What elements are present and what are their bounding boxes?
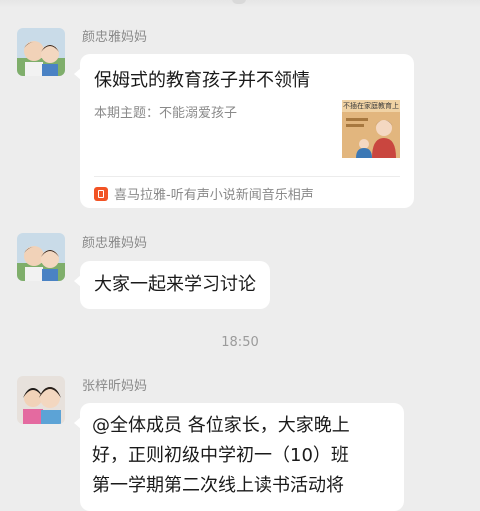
card-title: 保姆式的教育孩子并不领情 [94,70,310,91]
card-source-label: 喜马拉雅-听有声小说新闻音乐相声 [114,188,314,203]
message-line: 第一学期第二次线上读书活动将 [92,475,344,496]
text-message-bubble[interactable]: @全体成员 各位家长，大家晚上 好，正则初级中学初一（10）班 第一学期第二次线… [74,403,404,511]
thumbnail-text: 不插在家庭教育上 [343,102,399,110]
link-card-bubble[interactable]: 保姆式的教育孩子并不领情 本期主题：不能溺爱孩子 不插在家庭教育上 喜马拉雅-听… [74,54,414,208]
ximalaya-icon [94,187,108,201]
sender-name: 颜忠雅妈妈 [82,30,148,45]
card-divider [94,176,400,177]
child-photo-icon [17,28,65,76]
sender-name: 颜忠雅妈妈 [82,236,148,251]
message-text: 大家一起来学习讨论 [94,274,256,295]
timestamp: 18:50 [221,335,259,350]
message-line: 好，正则初级中学初一（10）班 [92,445,349,466]
avatar-yan-mom-2[interactable] [17,233,65,281]
child-photo-icon [17,376,65,424]
message-line: @全体成员 各位家长，大家晚上 [92,415,350,436]
bubble-tail [74,275,81,287]
sender-name: 张梓昕妈妈 [82,379,148,394]
avatar-zhang-mom[interactable] [17,376,65,424]
card-source[interactable]: 喜马拉雅-听有声小说新闻音乐相声 [94,184,314,203]
bubble-tail [74,417,81,429]
card-thumbnail: 不插在家庭教育上 [342,100,400,158]
child-photo-icon [17,233,65,281]
avatar-yan-mom-1[interactable] [17,28,65,76]
card-description: 本期主题：不能溺爱孩子 [94,106,238,121]
bubble-tail [74,68,81,80]
text-message-bubble[interactable]: 大家一起来学习讨论 [74,261,270,309]
